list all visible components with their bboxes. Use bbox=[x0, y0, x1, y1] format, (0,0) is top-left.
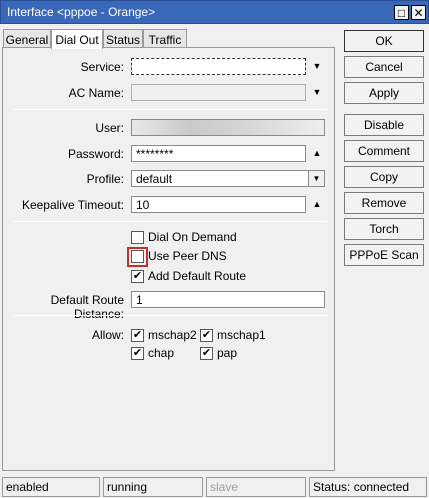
apply-button[interactable]: Apply bbox=[344, 82, 424, 104]
service-input[interactable] bbox=[131, 58, 306, 75]
status-enabled: enabled bbox=[2, 477, 100, 497]
password-label: Password: bbox=[67, 147, 124, 161]
allow-chap-label: chap bbox=[148, 346, 175, 360]
allow-mschap2-label: mschap2 bbox=[148, 328, 197, 342]
dial-on-demand-checkbox[interactable] bbox=[131, 231, 144, 244]
ac-name-dropdown-arrow-icon[interactable]: ▼ bbox=[310, 85, 324, 99]
torch-button[interactable]: Torch bbox=[344, 218, 424, 240]
window-title-bar[interactable]: Interface <pppoe - Orange> □ ✕ bbox=[0, 0, 429, 24]
separator bbox=[13, 315, 327, 316]
ac-name-label: AC Name: bbox=[68, 86, 124, 100]
profile-select[interactable]: default ▼ bbox=[131, 170, 325, 187]
allow-mschap2-checkbox[interactable]: ✔ bbox=[131, 329, 144, 342]
tab-traffic[interactable]: Traffic bbox=[143, 29, 187, 48]
comment-button[interactable]: Comment bbox=[344, 140, 424, 162]
default-route-distance-label: Default Route Distance: bbox=[50, 293, 124, 321]
dial-on-demand-label: Dial On Demand bbox=[148, 230, 237, 244]
maximize-icon: □ bbox=[397, 5, 406, 20]
separator bbox=[13, 109, 327, 110]
service-dropdown-arrow-icon[interactable]: ▼ bbox=[310, 59, 324, 73]
service-label: Service: bbox=[80, 60, 124, 74]
status-connection: Status: connected bbox=[309, 477, 427, 497]
pppoe-scan-button[interactable]: PPPoE Scan bbox=[344, 244, 424, 266]
close-icon: ✕ bbox=[413, 5, 424, 20]
use-peer-dns-checkbox[interactable] bbox=[131, 250, 144, 263]
allow-pap-checkbox[interactable]: ✔ bbox=[200, 347, 213, 360]
status-bar: enabled running slave Status: connected bbox=[0, 475, 429, 498]
allow-chap-checkbox[interactable]: ✔ bbox=[131, 347, 144, 360]
ac-name-input[interactable] bbox=[131, 84, 306, 101]
disable-button[interactable]: Disable bbox=[344, 114, 424, 136]
password-input[interactable]: ******** bbox=[131, 145, 306, 162]
allow-mschap1-checkbox[interactable]: ✔ bbox=[200, 329, 213, 342]
tab-status[interactable]: Status bbox=[103, 29, 143, 48]
tab-general[interactable]: General bbox=[3, 29, 51, 48]
remove-button[interactable]: Remove bbox=[344, 192, 424, 214]
status-slave: slave bbox=[206, 477, 306, 497]
ok-button[interactable]: OK bbox=[344, 30, 424, 52]
default-route-distance-input[interactable]: 1 bbox=[131, 291, 325, 308]
add-default-route-label: Add Default Route bbox=[148, 269, 247, 283]
maximize-button[interactable]: □ bbox=[394, 5, 409, 20]
keepalive-collapse-arrow-icon[interactable]: ▲ bbox=[310, 197, 324, 211]
allow-mschap1-label: mschap1 bbox=[217, 328, 266, 342]
allow-label: Allow: bbox=[91, 328, 124, 342]
window-title: Interface <pppoe - Orange> bbox=[7, 5, 156, 19]
close-button[interactable]: ✕ bbox=[411, 5, 426, 20]
user-label: User: bbox=[95, 121, 124, 135]
tab-dial-out[interactable]: Dial Out bbox=[51, 29, 103, 49]
status-running: running bbox=[103, 477, 203, 497]
allow-pap-label: pap bbox=[217, 346, 238, 360]
profile-dropdown-icon[interactable]: ▼ bbox=[308, 171, 324, 186]
password-collapse-arrow-icon[interactable]: ▲ bbox=[310, 146, 324, 160]
separator bbox=[13, 221, 327, 222]
profile-value: default bbox=[136, 172, 173, 186]
use-peer-dns-label: Use Peer DNS bbox=[148, 249, 227, 263]
keepalive-timeout-input[interactable]: 10 bbox=[131, 196, 306, 213]
copy-button[interactable]: Copy bbox=[344, 166, 424, 188]
add-default-route-checkbox[interactable]: ✔ bbox=[131, 270, 144, 283]
dial-out-panel: Service: ▼ AC Name: ▼ User: Password: **… bbox=[2, 47, 335, 471]
keepalive-timeout-label: Keepalive Timeout: bbox=[21, 198, 124, 212]
profile-label: Profile: bbox=[86, 172, 124, 186]
user-input[interactable] bbox=[131, 119, 325, 136]
cancel-button[interactable]: Cancel bbox=[344, 56, 424, 78]
